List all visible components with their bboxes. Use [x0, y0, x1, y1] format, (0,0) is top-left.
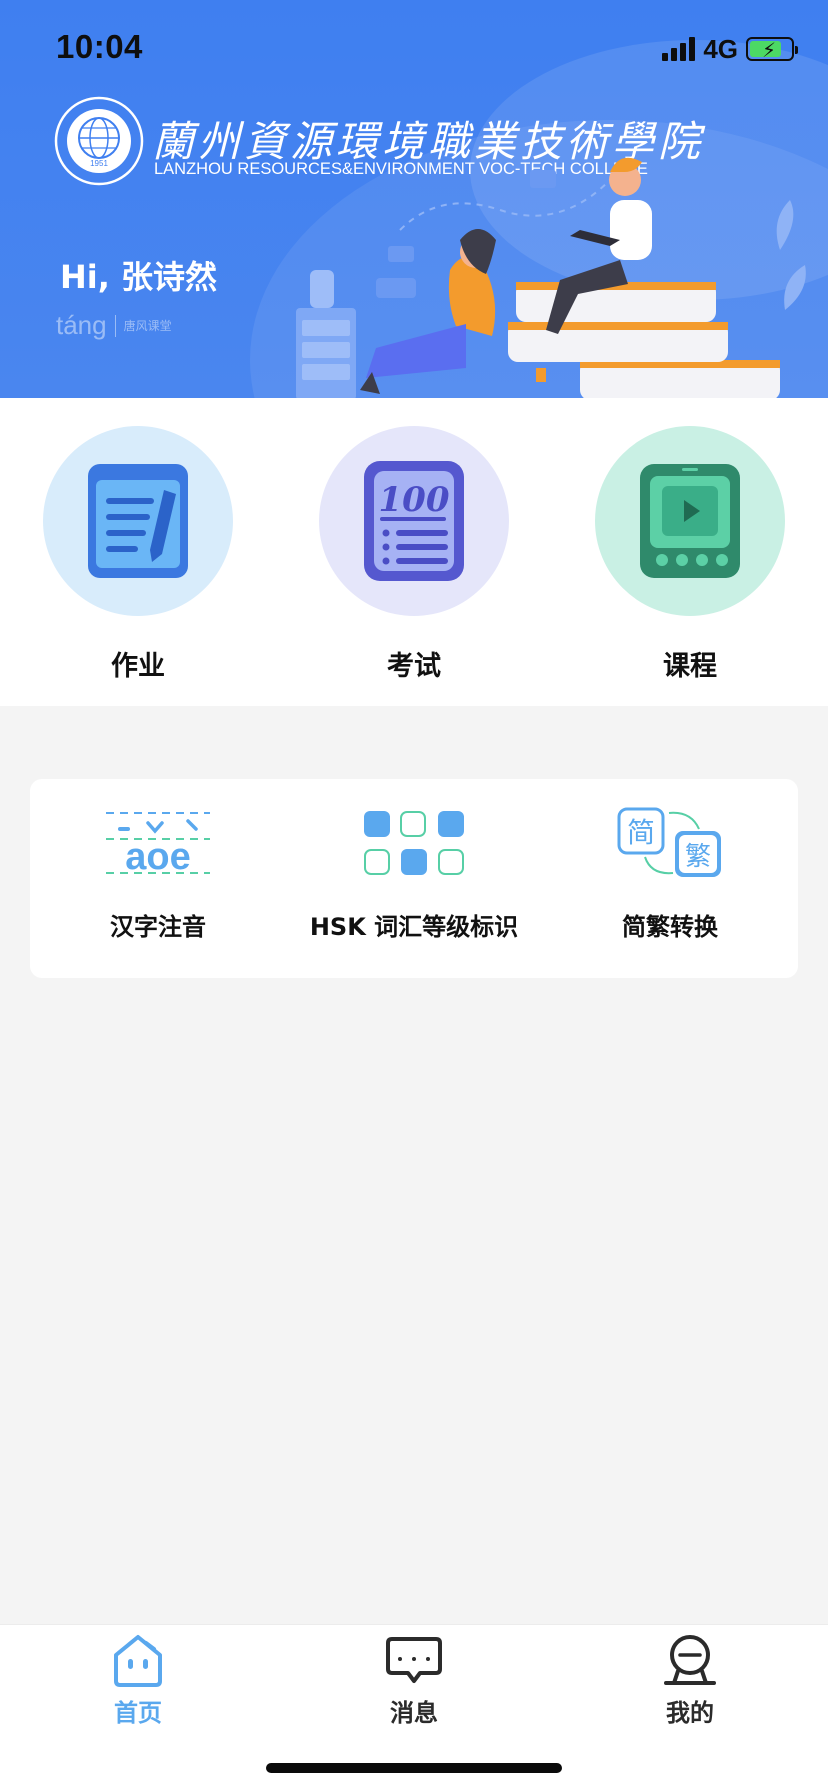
tab-messages-label: 消息 [390, 1699, 438, 1727]
svg-text:aoe: aoe [125, 836, 190, 878]
home-screen: 10:04 4G ⚡ 1951 蘭州資源環境職業技術學院 LANZHOU RES… [0, 0, 828, 1792]
feature-homework-label: 作业 [111, 651, 165, 682]
tool-hsk[interactable]: HSK 词汇等级标识 [286, 805, 542, 942]
feature-course[interactable]: 课程 [590, 426, 790, 683]
feature-homework[interactable]: 作业 [38, 426, 238, 683]
message-icon [386, 1637, 442, 1683]
tool-hsk-label: HSK 词汇等级标识 [309, 913, 519, 941]
battery-icon: ⚡ [746, 37, 798, 62]
tablet-play-icon [640, 464, 740, 578]
feature-exam-label: 考试 [387, 651, 441, 682]
college-logo: 1951 [54, 96, 144, 190]
greeting-text: Hi, 张诗然 [60, 258, 218, 296]
feature-exam[interactable]: 100 考试 [314, 426, 514, 683]
brand-mark: táng 唐风课堂 [56, 310, 172, 340]
signal-icon [662, 37, 696, 61]
home-icon [114, 1635, 162, 1687]
tool-convert[interactable]: 简 繁 简繁转换 [542, 805, 798, 942]
svg-text:1951: 1951 [90, 159, 108, 168]
simplified-traditional-icon: 简 繁 [617, 807, 721, 877]
home-indicator [266, 1763, 562, 1773]
reading-illustration-icon [296, 157, 806, 398]
status-indicators: 4G ⚡ [662, 33, 798, 64]
main-feature-panel: 作业 100 考试 课程 [0, 398, 828, 706]
svg-text:简: 简 [627, 816, 655, 849]
network-label: 4G [703, 33, 738, 64]
status-time: 10:04 [56, 28, 143, 65]
tool-convert-label: 简繁转换 [622, 913, 718, 941]
tab-home[interactable]: 首页 [48, 1633, 228, 1728]
tools-card: aoe 汉字注音 HSK 词汇等级标识 简 繁 简繁转换 [30, 779, 798, 978]
profile-icon [664, 1635, 716, 1685]
tab-profile[interactable]: 我的 [600, 1633, 780, 1728]
tab-messages[interactable]: 消息 [324, 1633, 504, 1728]
header-banner: 10:04 4G ⚡ 1951 蘭州資源環境職業技術學院 LANZHOU RES… [0, 0, 828, 398]
notebook-pen-icon [88, 464, 188, 578]
exam-paper-100-icon: 100 [364, 461, 464, 581]
pinyin-aoe-icon: aoe [106, 812, 210, 878]
svg-text:繁: 繁 [685, 842, 711, 872]
feature-course-label: 课程 [663, 651, 717, 682]
svg-text:100: 100 [379, 480, 450, 520]
grid-squares-icon [364, 811, 464, 875]
tab-profile-label: 我的 [666, 1699, 714, 1727]
tab-home-label: 首页 [114, 1699, 162, 1727]
tool-pinyin[interactable]: aoe 汉字注音 [30, 805, 286, 942]
tool-pinyin-label: 汉字注音 [110, 913, 206, 941]
